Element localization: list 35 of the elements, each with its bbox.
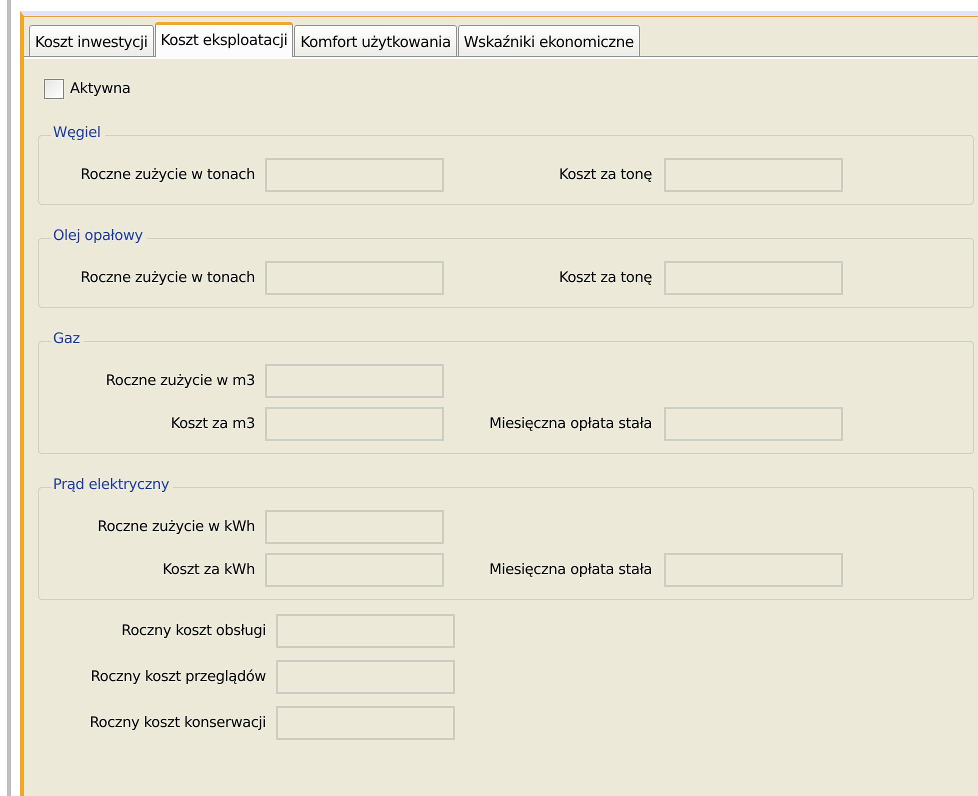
field-label: Roczne zużycie w m3 (104, 373, 256, 389)
field-label: Roczne zużycie w kWh (96, 519, 256, 535)
group-title: Olej opałowy (51, 228, 147, 244)
field-label: Roczne zużycie w tonach (80, 167, 256, 183)
field-label: Koszt za m3 (170, 416, 256, 432)
field-label: Miesięczna opłata stała (488, 416, 653, 432)
field-label: Miesięczna opłata stała (488, 562, 653, 578)
input-field[interactable] (265, 261, 444, 295)
checkbox[interactable] (44, 79, 64, 99)
input-field[interactable] (265, 158, 444, 192)
tab[interactable]: Koszt inwestycji (29, 25, 154, 56)
field-label: Koszt za tonę (558, 167, 653, 183)
input-field[interactable] (276, 706, 455, 740)
group-title: Prąd elektryczny (51, 477, 174, 493)
field-label: Koszt za kWh (161, 562, 256, 578)
input-field[interactable] (664, 158, 843, 192)
input-field[interactable] (265, 407, 444, 441)
input-field[interactable] (265, 510, 444, 544)
input-field[interactable] (265, 553, 444, 587)
field-label: Roczny koszt przeglądów (90, 669, 267, 685)
tab[interactable]: Koszt eksploatacji (154, 22, 294, 57)
input-field[interactable] (265, 364, 444, 398)
input-field[interactable] (664, 553, 843, 587)
tab[interactable]: Komfort użytkowania (294, 25, 457, 56)
tab[interactable]: Wskaźniki ekonomiczne (458, 25, 640, 56)
input-field[interactable] (664, 407, 843, 441)
input-field[interactable] (276, 614, 455, 648)
group-title: Węgiel (51, 125, 105, 141)
field-label: Roczny koszt konserwacji (88, 715, 267, 731)
field-label: Roczne zużycie w tonach (80, 270, 256, 286)
field-label: Koszt za tonę (558, 270, 653, 286)
input-field[interactable] (664, 261, 843, 295)
field-label: Roczny koszt obsługi (120, 623, 267, 639)
checkbox-label: Aktywna (70, 81, 130, 97)
input-field[interactable] (276, 660, 455, 694)
